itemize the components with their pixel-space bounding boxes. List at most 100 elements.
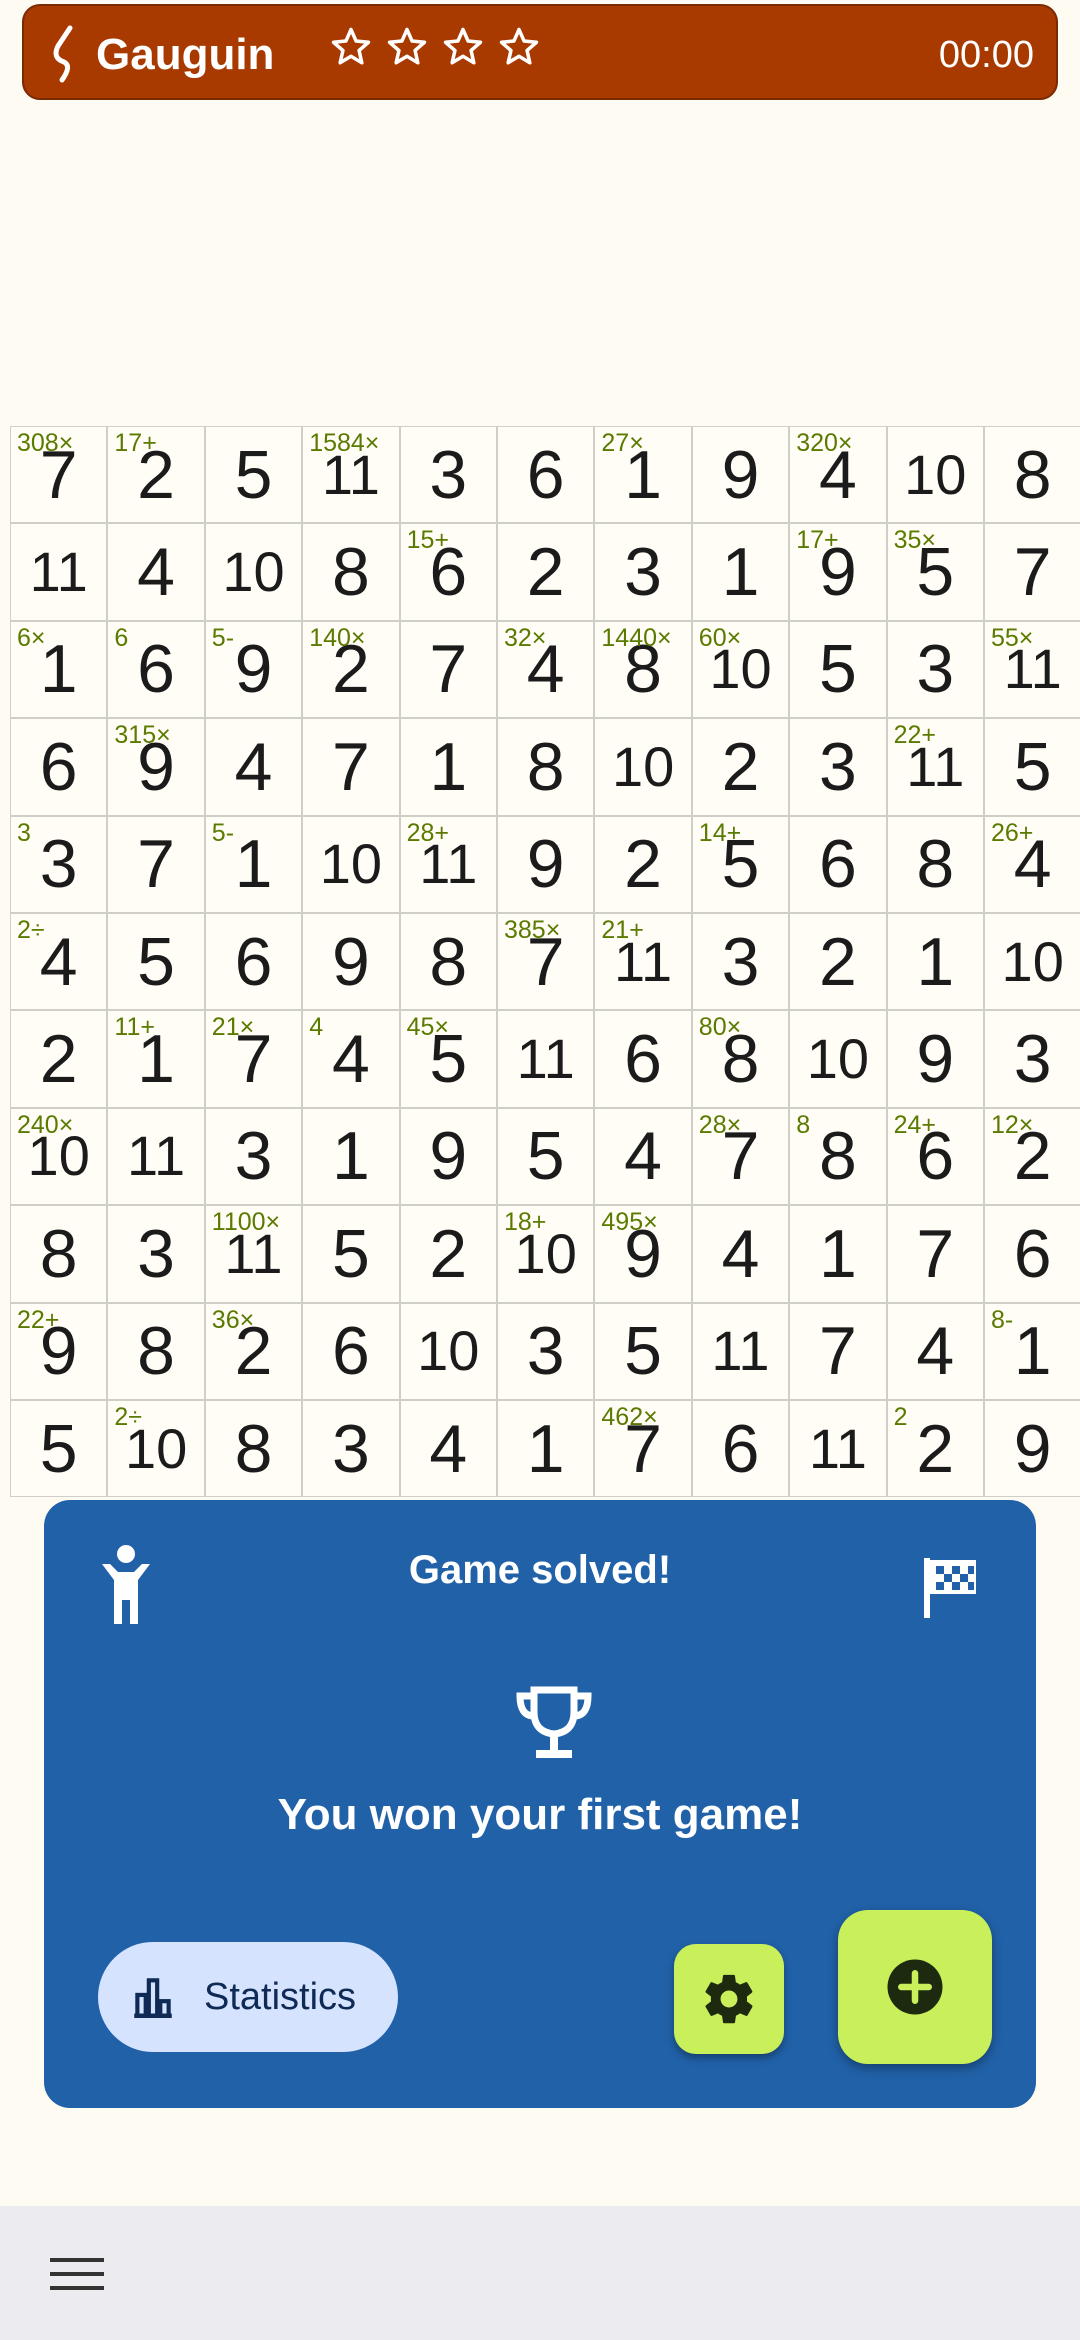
- menu-icon[interactable]: [50, 2254, 104, 2294]
- grid-cell[interactable]: 7 28×: [691, 1107, 790, 1206]
- grid-cell[interactable]: 8: [10, 1205, 108, 1303]
- grid-cell[interactable]: 11: [107, 1107, 205, 1206]
- grid-cell[interactable]: 11: [497, 1010, 595, 1108]
- grid-cell[interactable]: 5: [497, 1107, 595, 1206]
- grid-cell[interactable]: 11: [691, 1302, 790, 1400]
- grid-cell[interactable]: 6 24+: [886, 1107, 984, 1206]
- grid-cell[interactable]: 10 2÷: [107, 1400, 205, 1498]
- grid-cell[interactable]: 8: [984, 426, 1080, 524]
- grid-cell[interactable]: 9: [886, 1010, 984, 1108]
- grid-cell[interactable]: 3: [691, 913, 790, 1011]
- grid-cell[interactable]: 7: [984, 523, 1080, 621]
- grid-cell[interactable]: 8: [204, 1400, 303, 1498]
- grid-cell[interactable]: 11 1584×: [302, 426, 400, 524]
- grid-cell[interactable]: 7 385×: [497, 913, 595, 1011]
- grid-cell[interactable]: 1: [497, 1400, 595, 1498]
- grid-cell[interactable]: 2 12×: [984, 1107, 1080, 1206]
- grid-cell[interactable]: 7: [302, 718, 400, 816]
- grid-cell[interactable]: 5: [10, 1400, 108, 1498]
- grid-cell[interactable]: 2: [497, 523, 595, 621]
- grid-cell[interactable]: 11: [789, 1400, 887, 1498]
- grid-cell[interactable]: 6: [984, 1205, 1080, 1303]
- grid-cell[interactable]: 5: [204, 426, 303, 524]
- grid-cell[interactable]: 3: [497, 1302, 595, 1400]
- grid-cell[interactable]: 4: [107, 523, 205, 621]
- grid-cell[interactable]: 3: [984, 1010, 1080, 1108]
- grid-cell[interactable]: 1 27×: [594, 426, 692, 524]
- grid-cell[interactable]: 3: [886, 620, 984, 719]
- grid-cell[interactable]: 10 60×: [691, 620, 790, 719]
- grid-cell[interactable]: 1 5-: [204, 815, 303, 913]
- grid-cell[interactable]: 2: [789, 913, 887, 1011]
- grid-cell[interactable]: 3: [594, 523, 692, 621]
- grid-cell[interactable]: 4 2÷: [10, 913, 108, 1011]
- grid-cell[interactable]: 11 21+: [594, 913, 692, 1011]
- grid-cell[interactable]: 8: [886, 815, 984, 913]
- grid-cell[interactable]: 10: [886, 426, 984, 524]
- grid-cell[interactable]: 9 315×: [107, 718, 205, 816]
- grid-cell[interactable]: 2: [399, 1205, 497, 1303]
- grid-cell[interactable]: 11: [10, 523, 108, 621]
- grid-cell[interactable]: 7 21×: [204, 1010, 303, 1108]
- grid-cell[interactable]: 7: [107, 815, 205, 913]
- grid-cell[interactable]: 2 140×: [302, 620, 400, 719]
- grid-cell[interactable]: 5: [107, 913, 205, 1011]
- grid-cell[interactable]: 10: [594, 718, 692, 816]
- grid-cell[interactable]: 6: [789, 815, 887, 913]
- grid-cell[interactable]: 2 17+: [107, 426, 205, 524]
- grid-cell[interactable]: 4 320×: [789, 426, 887, 524]
- grid-cell[interactable]: 44: [302, 1010, 400, 1108]
- grid-cell[interactable]: 1 6×: [10, 620, 108, 719]
- grid-cell[interactable]: 2: [594, 815, 692, 913]
- grid-cell[interactable]: 6: [497, 426, 595, 524]
- grid-cell[interactable]: 5: [984, 718, 1080, 816]
- grid-cell[interactable]: 8: [107, 1302, 205, 1400]
- grid-cell[interactable]: 33: [10, 815, 108, 913]
- grid-cell[interactable]: 66: [107, 620, 205, 719]
- grid-cell[interactable]: 5 35×: [886, 523, 984, 621]
- grid-cell[interactable]: 8 80×: [691, 1010, 790, 1108]
- grid-cell[interactable]: 4: [691, 1205, 790, 1303]
- grid-cell[interactable]: 10 240×: [10, 1107, 108, 1206]
- grid-cell[interactable]: 8: [497, 718, 595, 816]
- grid-cell[interactable]: 5: [789, 620, 887, 719]
- grid-cell[interactable]: 4: [886, 1302, 984, 1400]
- grid-cell[interactable]: 88: [789, 1107, 887, 1206]
- grid-cell[interactable]: 8: [399, 913, 497, 1011]
- grid-cell[interactable]: 2 36×: [204, 1302, 303, 1400]
- grid-cell[interactable]: 7 462×: [594, 1400, 692, 1498]
- grid-cell[interactable]: 9: [497, 815, 595, 913]
- grid-cell[interactable]: 11 28+: [399, 815, 497, 913]
- grid-cell[interactable]: 6: [10, 718, 108, 816]
- grid-cell[interactable]: 10: [399, 1302, 497, 1400]
- grid-cell[interactable]: 9: [302, 913, 400, 1011]
- grid-cell[interactable]: 6 15+: [399, 523, 497, 621]
- grid-cell[interactable]: 10: [302, 815, 400, 913]
- grid-cell[interactable]: 9: [691, 426, 790, 524]
- grid-cell[interactable]: 4: [594, 1107, 692, 1206]
- grid-cell[interactable]: 22: [886, 1400, 984, 1498]
- grid-cell[interactable]: 4: [399, 1400, 497, 1498]
- grid-cell[interactable]: 6: [691, 1400, 790, 1498]
- grid-cell[interactable]: 3: [399, 426, 497, 524]
- grid-cell[interactable]: 9 495×: [594, 1205, 692, 1303]
- grid-cell[interactable]: 10: [984, 913, 1080, 1011]
- grid-cell[interactable]: 9 17+: [789, 523, 887, 621]
- grid-cell[interactable]: 10: [789, 1010, 887, 1108]
- grid-cell[interactable]: 3: [789, 718, 887, 816]
- grid-cell[interactable]: 6: [302, 1302, 400, 1400]
- grid-cell[interactable]: 6: [204, 913, 303, 1011]
- flag-icon[interactable]: [920, 1554, 980, 1620]
- grid-cell[interactable]: 1: [399, 718, 497, 816]
- grid-cell[interactable]: 4: [204, 718, 303, 816]
- grid-cell[interactable]: 1: [691, 523, 790, 621]
- settings-button[interactable]: [674, 1944, 784, 2054]
- grid-cell[interactable]: 1 11+: [107, 1010, 205, 1108]
- grid-cell[interactable]: 10: [204, 523, 303, 621]
- grid-cell[interactable]: 3: [107, 1205, 205, 1303]
- grid-cell[interactable]: 10 18+: [497, 1205, 595, 1303]
- grid-cell[interactable]: 7: [886, 1205, 984, 1303]
- grid-cell[interactable]: 3: [204, 1107, 303, 1206]
- grid-cell[interactable]: 7 308×: [10, 426, 108, 524]
- statistics-button[interactable]: Statistics: [98, 1942, 398, 2052]
